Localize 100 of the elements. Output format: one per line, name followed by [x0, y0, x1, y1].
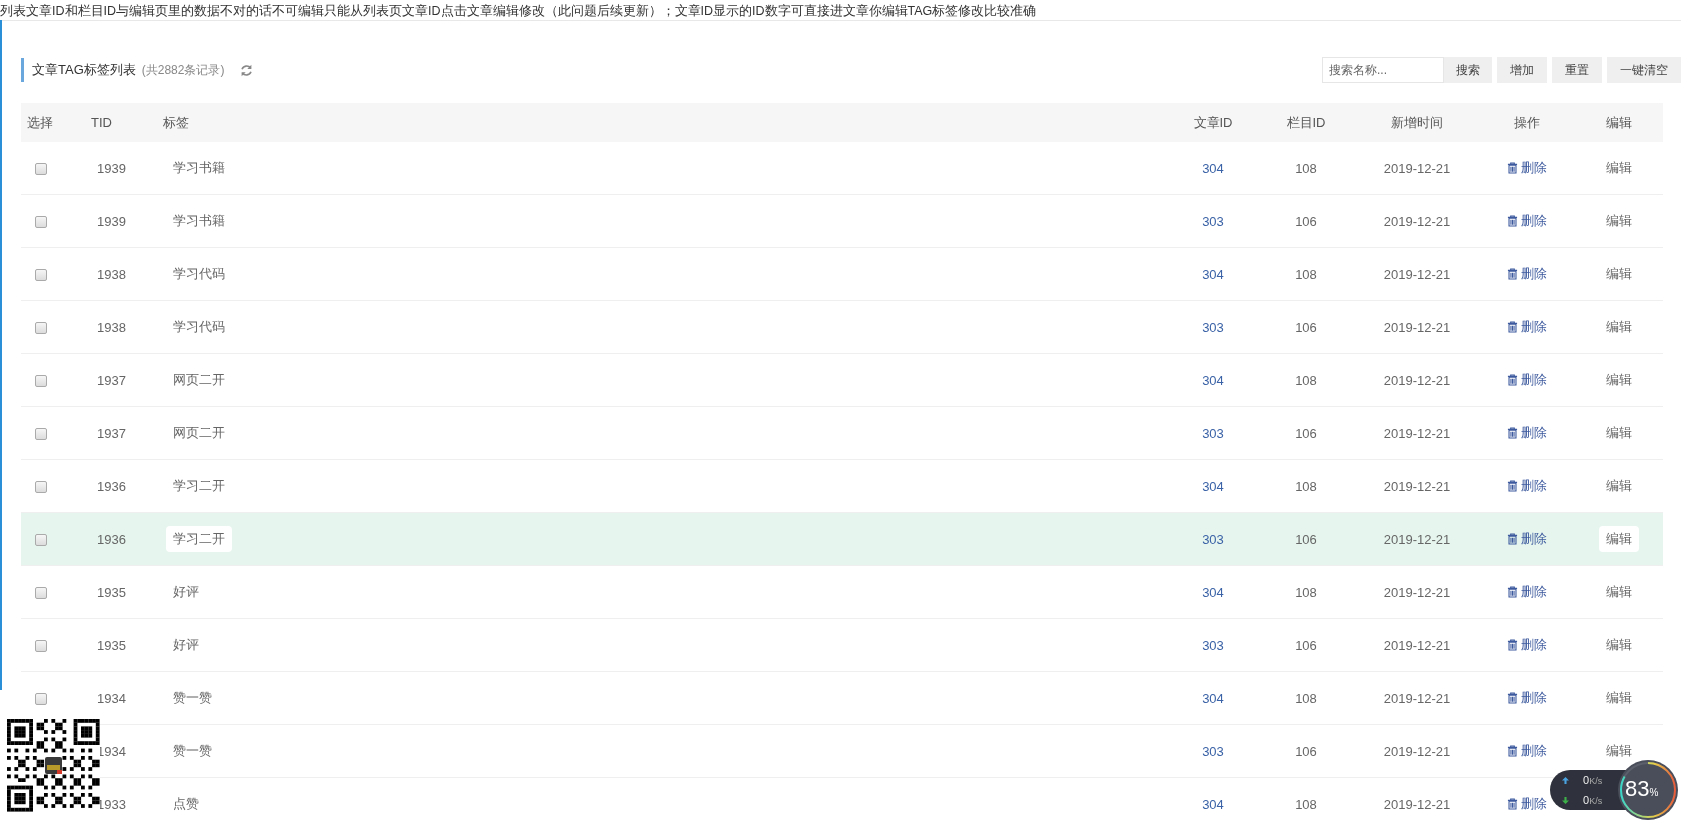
notice-text: 列表文章ID和栏目ID与编辑页里的数据不对的话不可编辑只能从列表页文章ID点击文章编辑修改（此问题后续更新）；文章ID显示的ID数字可直接进文章你编辑TAG标签修改比较准确	[0, 0, 1681, 21]
column-header: 文章ID	[1192, 113, 1234, 132]
row-checkbox[interactable]	[35, 587, 47, 600]
date-cell: 2019-12-21	[1383, 213, 1451, 229]
row-checkbox[interactable]	[35, 375, 47, 388]
row-checkbox[interactable]	[35, 428, 47, 441]
delete-link[interactable]: 删除	[1507, 318, 1547, 336]
delete-link[interactable]: 删除	[1507, 530, 1547, 548]
row-checkbox[interactable]	[35, 216, 47, 229]
tag-label: 学习书籍	[172, 212, 226, 230]
memory-percent: 83%	[1625, 776, 1659, 802]
column-id-cell: 106	[1295, 213, 1317, 229]
delete-link[interactable]: 删除	[1507, 689, 1547, 707]
edit-link[interactable]: 编辑	[1598, 526, 1639, 552]
tag-label: 点赞	[172, 795, 200, 813]
tag-label: 学习二开	[172, 477, 226, 495]
article-id-link[interactable]: 304	[1202, 478, 1224, 494]
date-cell: 2019-12-21	[1383, 743, 1451, 759]
date-cell: 2019-12-21	[1383, 160, 1451, 176]
date-cell: 2019-12-21	[1383, 637, 1451, 653]
date-cell: 2019-12-21	[1383, 584, 1451, 600]
article-id-link[interactable]: 304	[1202, 266, 1224, 282]
row-checkbox[interactable]	[35, 481, 47, 494]
row-checkbox[interactable]	[35, 534, 47, 547]
upload-arrow-icon	[1562, 776, 1569, 784]
delete-link[interactable]: 删除	[1507, 477, 1547, 495]
article-id-link[interactable]: 303	[1202, 425, 1224, 441]
article-id-link[interactable]: 303	[1202, 213, 1224, 229]
tag-label: 网页二开	[172, 424, 226, 442]
date-cell: 2019-12-21	[1383, 266, 1451, 282]
toolbar-button[interactable]: 搜索	[1444, 57, 1492, 83]
toolbar-button[interactable]: 重置	[1552, 57, 1602, 83]
tid-cell: 1935	[97, 584, 126, 600]
trash-icon	[1507, 321, 1518, 333]
column-id-cell: 106	[1295, 743, 1317, 759]
tid-cell: 1933	[97, 796, 126, 812]
column-header: 新增时间	[1390, 113, 1444, 132]
upload-speed: 0K/s	[1583, 774, 1603, 786]
row-checkbox[interactable]	[35, 640, 47, 653]
tid-cell: 1937	[97, 425, 126, 441]
delete-link[interactable]: 删除	[1507, 583, 1547, 601]
tid-cell: 1939	[97, 213, 126, 229]
delete-link[interactable]: 删除	[1507, 212, 1547, 230]
article-id-link[interactable]: 303	[1202, 531, 1224, 547]
delete-link[interactable]: 删除	[1507, 636, 1547, 654]
delete-link[interactable]: 删除	[1507, 424, 1547, 442]
edit-link[interactable]: 编辑	[1605, 636, 1632, 654]
tag-label: 学习二开	[166, 526, 232, 552]
row-checkbox[interactable]	[35, 269, 47, 282]
trash-icon	[1507, 692, 1518, 704]
article-id-link[interactable]: 303	[1202, 637, 1224, 653]
refresh-icon[interactable]	[240, 63, 254, 77]
delete-link[interactable]: 删除	[1507, 265, 1547, 283]
column-id-cell: 106	[1295, 531, 1317, 547]
edit-link[interactable]: 编辑	[1605, 477, 1632, 495]
tag-label: 网页二开	[172, 371, 226, 389]
toolbar-button[interactable]: 一键清空	[1607, 57, 1681, 83]
article-id-link[interactable]: 303	[1202, 743, 1224, 759]
trash-icon	[1507, 268, 1518, 280]
article-id-link[interactable]: 304	[1202, 796, 1224, 812]
delete-link[interactable]: 删除	[1507, 371, 1547, 389]
column-header: TID	[91, 115, 113, 130]
tag-label: 赞一赞	[172, 689, 213, 707]
date-cell: 2019-12-21	[1383, 690, 1451, 706]
delete-link[interactable]: 删除	[1507, 742, 1547, 760]
article-id-link[interactable]: 304	[1202, 690, 1224, 706]
edit-link[interactable]: 编辑	[1605, 583, 1632, 601]
edit-link[interactable]: 编辑	[1605, 265, 1632, 283]
list-title: 文章TAG标签列表	[32, 61, 136, 79]
edit-link[interactable]: 编辑	[1605, 212, 1632, 230]
download-speed: 0K/s	[1583, 794, 1603, 806]
column-id-cell: 108	[1295, 584, 1317, 600]
edit-link[interactable]: 编辑	[1605, 742, 1632, 760]
article-id-link[interactable]: 303	[1202, 319, 1224, 335]
article-id-link[interactable]: 304	[1202, 160, 1224, 176]
edit-link[interactable]: 编辑	[1605, 689, 1632, 707]
trash-icon	[1507, 639, 1518, 651]
edit-link[interactable]: 编辑	[1605, 159, 1632, 177]
edit-link[interactable]: 编辑	[1605, 318, 1632, 336]
search-field[interactable]: 搜索名称...	[1322, 57, 1444, 83]
row-checkbox[interactable]	[35, 693, 47, 706]
row-checkbox[interactable]	[35, 163, 47, 176]
trash-icon	[1507, 745, 1518, 757]
tid-cell: 1937	[97, 372, 126, 388]
column-header: 标签	[162, 113, 190, 132]
delete-link[interactable]: 删除	[1507, 795, 1547, 813]
article-id-link[interactable]: 304	[1202, 584, 1224, 600]
row-checkbox[interactable]	[35, 322, 47, 335]
delete-link[interactable]: 删除	[1507, 159, 1547, 177]
toolbar-button[interactable]: 增加	[1497, 57, 1547, 83]
tid-cell: 1934	[97, 743, 126, 759]
article-id-link[interactable]: 304	[1202, 372, 1224, 388]
edit-link[interactable]: 编辑	[1605, 424, 1632, 442]
tid-cell: 1936	[97, 478, 126, 494]
column-id-cell: 106	[1295, 637, 1317, 653]
column-header: 编辑	[1604, 113, 1633, 132]
column-header: 选择	[26, 113, 54, 132]
edit-link[interactable]: 编辑	[1605, 371, 1632, 389]
trash-icon	[1507, 374, 1518, 386]
column-id-cell: 106	[1295, 319, 1317, 335]
